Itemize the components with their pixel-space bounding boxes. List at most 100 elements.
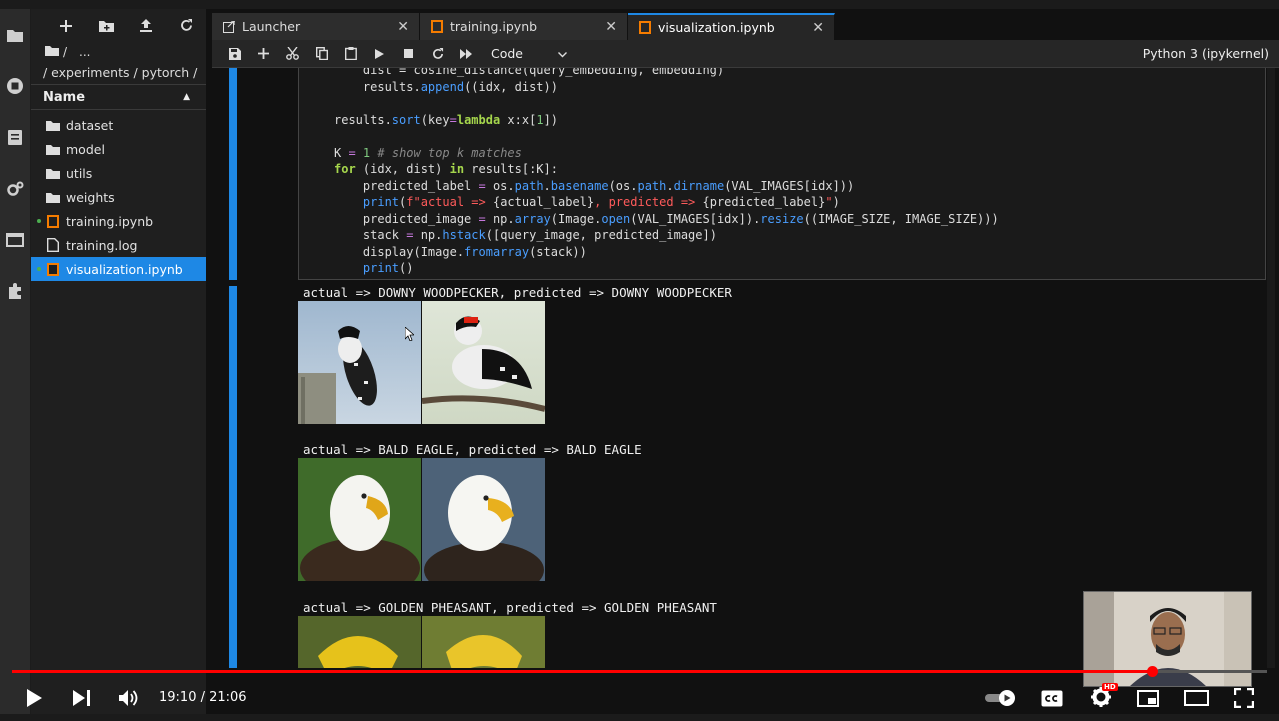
- breadcrumb: / ...: [31, 42, 206, 62]
- play-button[interactable]: [24, 688, 44, 708]
- refresh-button[interactable]: [166, 9, 206, 42]
- video-progress-played: [12, 670, 1152, 673]
- video-progress-handle[interactable]: [1146, 666, 1158, 677]
- cut-button[interactable]: [278, 40, 307, 68]
- new-folder-button[interactable]: [86, 9, 126, 42]
- file-list-item[interactable]: utils: [31, 161, 206, 185]
- running-indicator: [37, 267, 41, 271]
- tab-bar: Launcher ✕ training.ipynb ✕ visualizatio…: [212, 13, 1279, 40]
- upload-button[interactable]: [126, 9, 166, 42]
- captions-button[interactable]: [1040, 688, 1064, 708]
- file-list-item[interactable]: visualization.ipynb: [31, 257, 206, 281]
- tab-training[interactable]: training.ipynb ✕: [420, 13, 628, 40]
- copy-button[interactable]: [307, 40, 336, 68]
- code-editor[interactable]: dist = cosine_distance(query_embedding, …: [334, 68, 999, 277]
- running-icon[interactable]: [5, 76, 25, 96]
- scrollbar[interactable]: [1267, 68, 1275, 668]
- gear-icon[interactable]: [5, 179, 25, 199]
- folder-icon: [46, 142, 60, 156]
- query-image-eagle: [298, 458, 421, 581]
- file-list-item-label: visualization.ipynb: [66, 261, 183, 277]
- query-image-pheasant: [298, 616, 421, 668]
- file-list-item-label: training.ipynb: [66, 213, 154, 229]
- output-text: actual => GOLDEN PHEASANT, predicted => …: [303, 600, 717, 615]
- predicted-image-pheasant: [422, 616, 545, 668]
- notebook-toolbar: Code Python 3 (ipykernel): [212, 40, 1279, 68]
- cell-type-select[interactable]: Code: [491, 46, 567, 61]
- tab-visualization[interactable]: visualization.ipynb ✕: [628, 13, 835, 40]
- output-text: actual => DOWNY WOODPECKER, predicted =>…: [303, 285, 732, 300]
- folder-icon: [46, 118, 60, 132]
- file-list-item[interactable]: model: [31, 137, 206, 161]
- close-icon[interactable]: ✕: [605, 19, 617, 35]
- tab-label: Launcher: [242, 19, 301, 34]
- predicted-image-woodpecker: [422, 301, 545, 424]
- close-icon[interactable]: ✕: [397, 19, 409, 35]
- notebook-panel: dist = cosine_distance(query_embedding, …: [212, 68, 1279, 668]
- output-text: actual => BALD EAGLE, predicted => BALD …: [303, 442, 642, 457]
- file-browser-toolbar: [31, 9, 206, 42]
- paste-button[interactable]: [336, 40, 365, 68]
- notebook-icon: [430, 20, 444, 34]
- file-list-item-label: training.log: [66, 237, 138, 253]
- insert-cell-button[interactable]: [249, 40, 278, 68]
- notebook-icon: [638, 21, 652, 35]
- file-list-item-label: weights: [66, 189, 115, 205]
- fullscreen-button[interactable]: [1233, 688, 1255, 708]
- file-list-item-label: model: [66, 141, 105, 157]
- file-list-item[interactable]: training.ipynb: [31, 209, 206, 233]
- commands-icon[interactable]: [5, 127, 25, 147]
- tabs-icon[interactable]: [5, 230, 25, 250]
- restart-button[interactable]: [423, 40, 452, 68]
- close-icon[interactable]: ✕: [812, 20, 824, 36]
- code-cell[interactable]: dist = cosine_distance(query_embedding, …: [298, 68, 1266, 280]
- chevron-down-icon: [558, 46, 567, 61]
- running-indicator: [37, 219, 41, 223]
- video-progress-bar[interactable]: [12, 666, 1267, 677]
- kernel-name[interactable]: Python 3 (ipykernel): [1143, 46, 1269, 61]
- run-button[interactable]: [365, 40, 394, 68]
- breadcrumb-more[interactable]: ...: [79, 45, 90, 59]
- interrupt-button[interactable]: [394, 40, 423, 68]
- save-button[interactable]: [220, 40, 249, 68]
- run-all-button[interactable]: [452, 40, 481, 68]
- notebook-icon: [46, 214, 60, 228]
- bottom-strip: [0, 714, 1279, 721]
- volume-button[interactable]: [118, 688, 140, 708]
- notebook-icon: [46, 262, 60, 276]
- folder-icon: [46, 166, 60, 180]
- miniplayer-button[interactable]: [1136, 688, 1160, 708]
- time-display: 19:10 / 21:06: [159, 690, 247, 705]
- tab-label: visualization.ipynb: [658, 20, 775, 35]
- sort-ascending-icon: ▲: [183, 92, 190, 102]
- activity-bar: [0, 9, 31, 721]
- file-list-item[interactable]: dataset: [31, 113, 206, 137]
- hd-badge: HD: [1102, 683, 1118, 691]
- breadcrumb-root[interactable]: /: [63, 45, 67, 59]
- folder-icon[interactable]: [5, 25, 25, 45]
- cell-type-value: Code: [491, 46, 524, 61]
- autoplay-toggle[interactable]: [984, 688, 1018, 708]
- name-column-header[interactable]: Name ▲: [31, 84, 206, 110]
- current-path: / experiments / pytorch /: [43, 64, 198, 80]
- extension-icon[interactable]: [5, 281, 25, 301]
- tab-label: training.ipynb: [450, 19, 538, 34]
- launcher-icon: [222, 20, 236, 34]
- input-collapser[interactable]: [229, 68, 237, 280]
- new-launcher-button[interactable]: [46, 9, 86, 42]
- file-list-item[interactable]: training.log: [31, 233, 206, 257]
- name-column-label: Name: [43, 89, 86, 105]
- file-list: dataset model utils weights training.ipynb tr…: [31, 110, 206, 281]
- query-image-woodpecker: [298, 301, 421, 424]
- folder-icon[interactable]: [45, 45, 59, 59]
- mouse-cursor: [404, 326, 416, 345]
- next-button[interactable]: [72, 688, 92, 708]
- theater-mode-button[interactable]: [1183, 688, 1209, 708]
- file-list-item[interactable]: weights: [31, 185, 206, 209]
- file-browser: / ... / experiments / pytorch / Name ▲ d…: [31, 9, 206, 721]
- file-list-item-label: utils: [66, 165, 93, 181]
- output-collapser[interactable]: [229, 286, 237, 668]
- tab-launcher[interactable]: Launcher ✕: [212, 13, 420, 40]
- settings-gear-icon[interactable]: HD: [1089, 683, 1118, 708]
- predicted-image-eagle: [422, 458, 545, 581]
